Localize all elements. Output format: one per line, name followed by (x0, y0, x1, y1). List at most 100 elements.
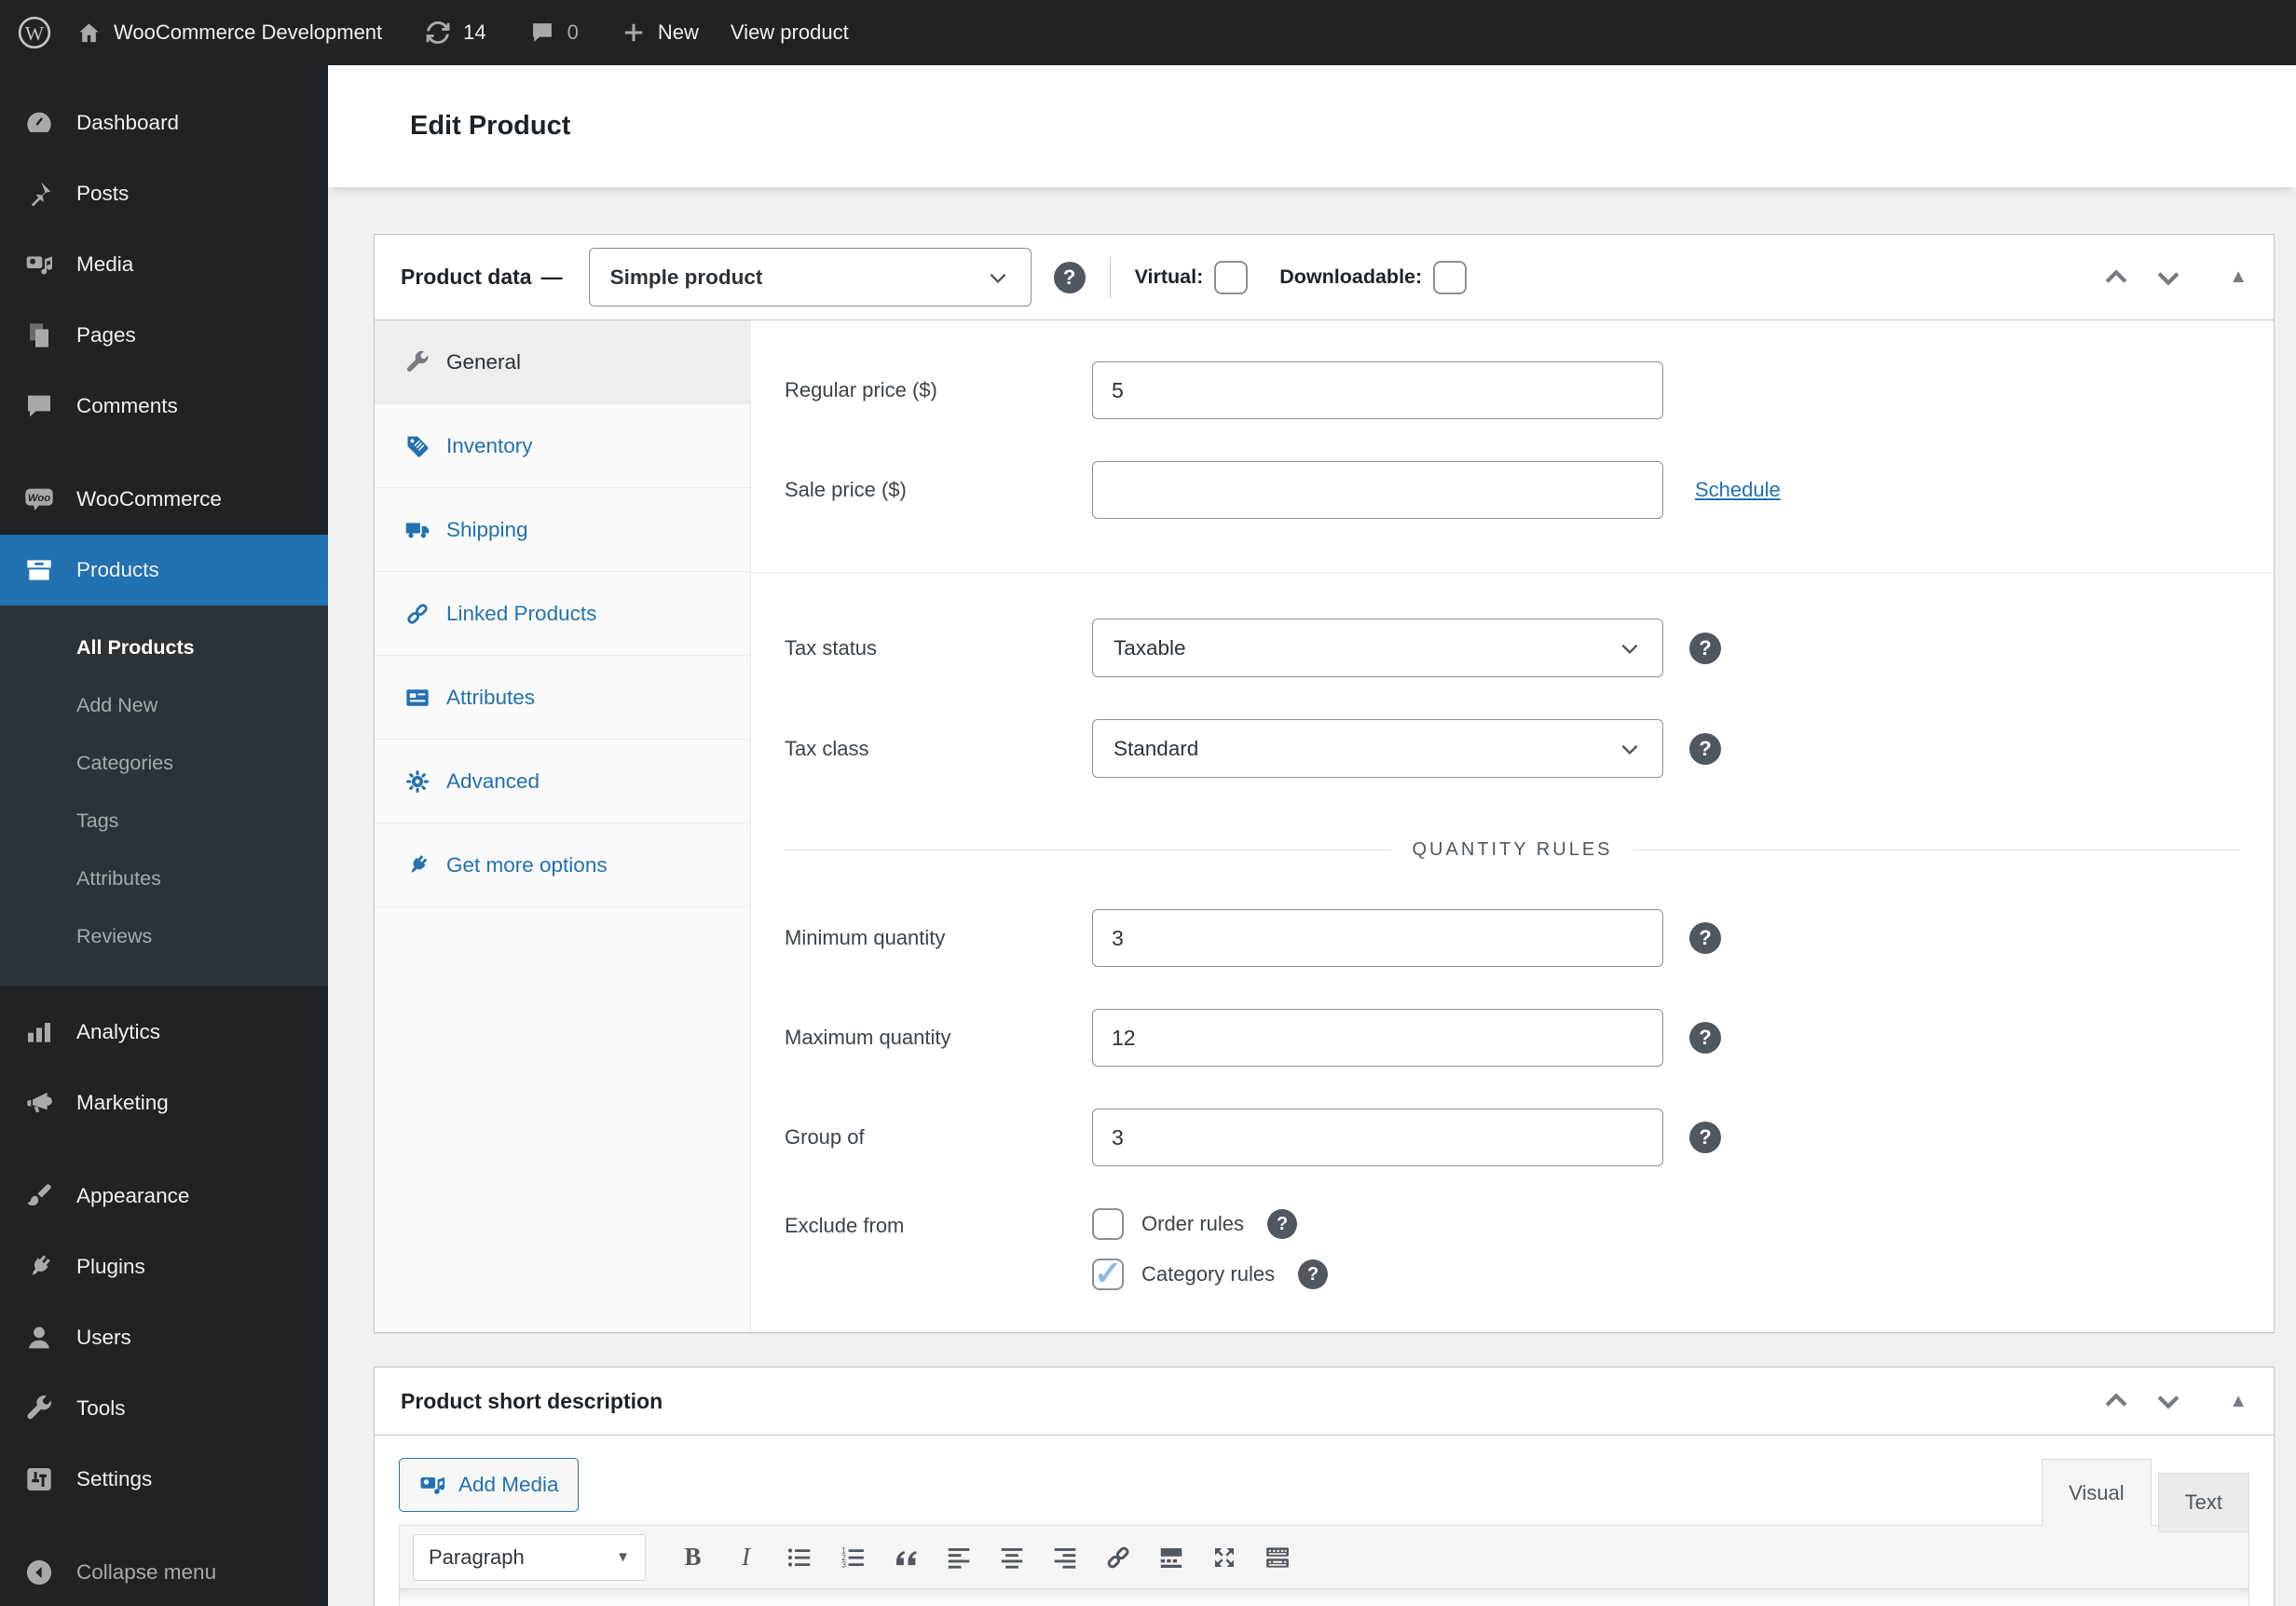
move-up-icon[interactable] (2098, 260, 2134, 295)
move-up-icon[interactable] (2098, 1383, 2134, 1419)
tab-attributes[interactable]: Attributes (375, 656, 750, 740)
editor-mode-tabs: Visual Text (2042, 1458, 2249, 1525)
fullscreen-button[interactable] (1197, 1533, 1250, 1582)
collapse-menu-button[interactable]: Collapse menu (0, 1539, 328, 1606)
sidebar-item-posts[interactable]: Posts (0, 158, 328, 229)
keyboard-shortcuts-button[interactable] (1250, 1533, 1304, 1582)
minimum-quantity-help-icon[interactable]: ? (1689, 922, 1721, 954)
page-title: Edit Product (410, 111, 570, 142)
tab-get-more-options[interactable]: Get more options (375, 823, 750, 907)
index-card-icon (404, 685, 430, 711)
group-of-help-icon[interactable]: ? (1689, 1122, 1721, 1153)
collapse-panel-icon[interactable]: ▲ (2229, 266, 2248, 288)
tax-status-label: Tax status (785, 636, 1092, 660)
tax-class-select[interactable]: Standard (1092, 719, 1663, 778)
sale-price-label: Sale price ($) (785, 478, 1092, 502)
submenu-item-attributes[interactable]: Attributes (0, 850, 328, 907)
svg-text:3: 3 (841, 1559, 846, 1569)
align-left-button[interactable] (932, 1533, 985, 1582)
read-more-tag-button[interactable] (1144, 1533, 1197, 1582)
minimum-quantity-input[interactable] (1092, 909, 1663, 967)
align-center-button[interactable] (985, 1533, 1038, 1582)
tax-status-select[interactable]: Taxable (1092, 619, 1663, 677)
dashboard-icon (24, 108, 54, 138)
numbered-list-button[interactable]: 123 (826, 1533, 879, 1582)
short-description-header: Product short description ▲ (375, 1368, 2274, 1436)
sidebar-item-pages[interactable]: Pages (0, 300, 328, 371)
tab-linked-products[interactable]: Linked Products (375, 572, 750, 656)
tax-status-row: Tax status Taxable ? (785, 619, 2240, 677)
bold-button[interactable]: B (666, 1533, 719, 1582)
insert-link-button[interactable] (1091, 1533, 1144, 1582)
collapse-arrow-icon (24, 1558, 54, 1587)
sidebar-item-settings[interactable]: Settings (0, 1444, 328, 1515)
virtual-checkbox[interactable] (1214, 261, 1248, 294)
sidebar-item-dashboard[interactable]: Dashboard (0, 88, 328, 158)
submenu-item-add-new[interactable]: Add New (0, 676, 328, 734)
tab-general[interactable]: General (375, 320, 750, 404)
submenu-item-reviews[interactable]: Reviews (0, 907, 328, 965)
link-icon (1104, 1544, 1132, 1572)
submenu-item-categories[interactable]: Categories (0, 734, 328, 792)
sidebar-item-comments[interactable]: Comments (0, 371, 328, 442)
updates-indicator[interactable]: 14 (425, 20, 485, 46)
submenu-item-all-products[interactable]: All Products (0, 619, 328, 676)
submenu-item-tags[interactable]: Tags (0, 792, 328, 850)
blockquote-button[interactable] (879, 1533, 932, 1582)
tab-advanced[interactable]: Advanced (375, 740, 750, 823)
move-down-icon[interactable] (2151, 1383, 2186, 1419)
tax-status-help-icon[interactable]: ? (1689, 633, 1721, 664)
category-rules-help-icon[interactable]: ? (1298, 1259, 1328, 1289)
sidebar-item-appearance[interactable]: Appearance (0, 1161, 328, 1232)
product-type-select[interactable]: Simple product (589, 248, 1032, 306)
maximum-quantity-input[interactable] (1092, 1009, 1663, 1067)
tab-inventory[interactable]: Inventory (375, 404, 750, 488)
tab-shipping[interactable]: Shipping (375, 488, 750, 572)
sidebar-item-analytics[interactable]: Analytics (0, 997, 328, 1068)
add-media-button[interactable]: Add Media (399, 1458, 579, 1512)
sidebar-item-media[interactable]: Media (0, 229, 328, 300)
tab-text[interactable]: Text (2158, 1473, 2249, 1532)
group-of-input[interactable] (1092, 1109, 1663, 1166)
view-product-link[interactable]: View product (731, 20, 849, 45)
editor-content[interactable]: This is going be used (400, 1589, 2248, 1606)
bulleted-list-button[interactable] (772, 1533, 826, 1582)
italic-button[interactable]: I (719, 1533, 772, 1582)
order-rules-checkbox[interactable] (1092, 1208, 1124, 1240)
chevron-down-icon (1618, 737, 1642, 761)
category-rules-checkbox[interactable] (1092, 1259, 1124, 1290)
collapse-panel-icon[interactable]: ▲ (2229, 1391, 2248, 1412)
bulleted-list-icon (786, 1544, 813, 1572)
settings-sliders-icon (24, 1464, 54, 1494)
regular-price-row: Regular price ($) (785, 361, 2240, 419)
sidebar-item-users[interactable]: Users (0, 1302, 328, 1373)
editor-toolbar: Paragraph ▼ B I 123 (400, 1526, 2248, 1589)
wordpress-logo-icon[interactable]: W (17, 15, 52, 50)
bar-chart-icon (24, 1017, 54, 1047)
align-right-button[interactable] (1038, 1533, 1091, 1582)
sidebar-item-marketing[interactable]: Marketing (0, 1068, 328, 1138)
tax-class-help-icon[interactable]: ? (1689, 733, 1721, 765)
maximum-quantity-help-icon[interactable]: ? (1689, 1022, 1721, 1054)
sidebar-item-plugins[interactable]: Plugins (0, 1232, 328, 1302)
sidebar-item-woocommerce[interactable]: Woo WooCommerce (0, 464, 328, 535)
move-down-icon[interactable] (2151, 260, 2186, 295)
sale-price-input[interactable] (1092, 461, 1663, 519)
regular-price-input[interactable] (1092, 361, 1663, 419)
new-menu[interactable]: New (622, 20, 699, 45)
order-rules-help-icon[interactable]: ? (1267, 1209, 1297, 1239)
product-data-title: Product data — (401, 265, 563, 290)
paragraph-format-select[interactable]: Paragraph ▼ (413, 1534, 646, 1581)
product-data-header: Product data — Simple product ? Virtual:… (375, 235, 2274, 320)
schedule-link[interactable]: Schedule (1695, 478, 1781, 502)
sidebar-item-tools[interactable]: Tools (0, 1373, 328, 1444)
tab-visual[interactable]: Visual (2042, 1459, 2152, 1526)
products-box-icon (24, 555, 54, 585)
category-rules-label: Category rules (1141, 1262, 1275, 1286)
site-menu[interactable]: WooCommerce Development (76, 20, 382, 46)
downloadable-checkbox[interactable] (1433, 261, 1467, 294)
comments-indicator[interactable]: 0 (529, 20, 579, 46)
sidebar-item-products[interactable]: Products (0, 535, 328, 606)
product-type-help-icon[interactable]: ? (1054, 262, 1086, 293)
order-rules-label: Order rules (1141, 1212, 1244, 1236)
